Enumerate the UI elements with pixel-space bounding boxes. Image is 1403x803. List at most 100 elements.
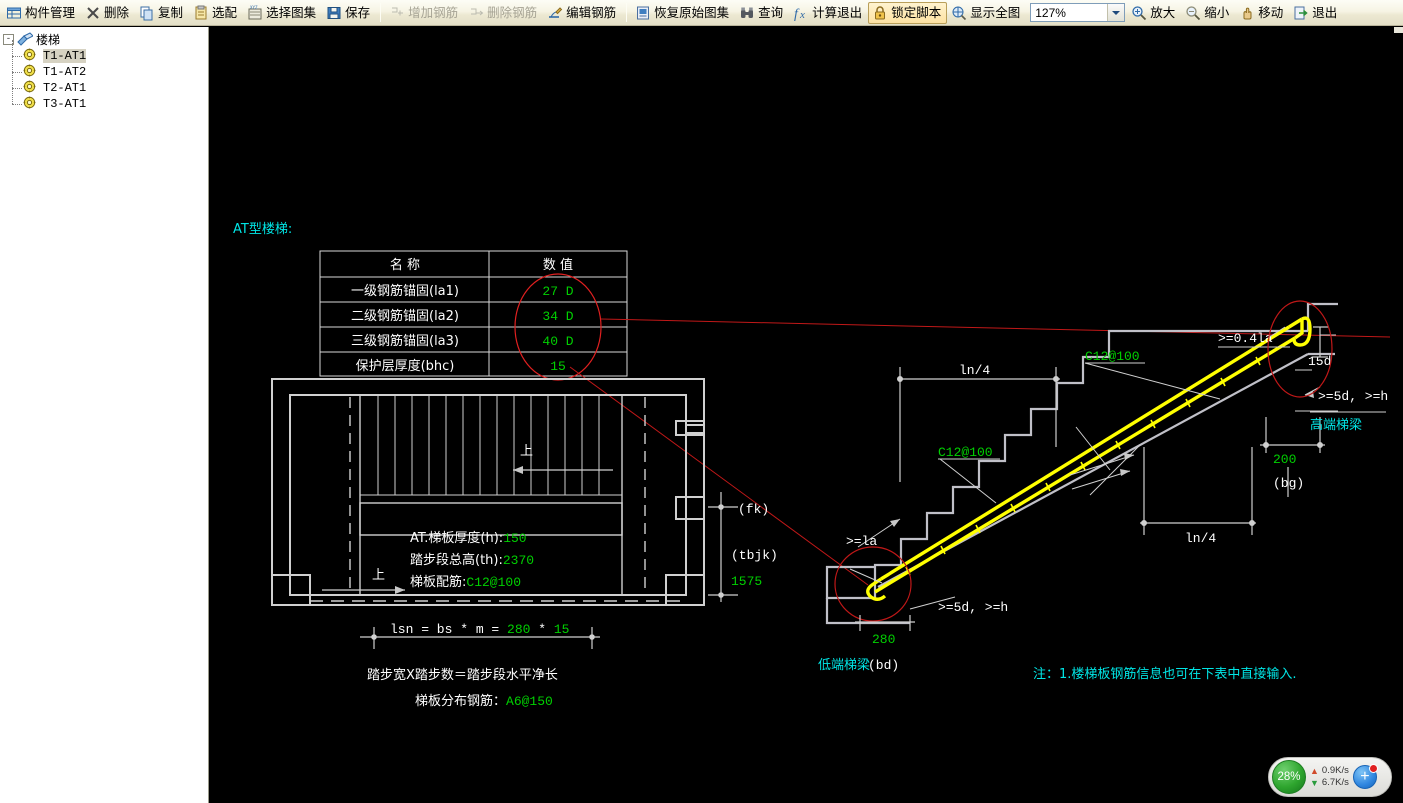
rebar-top-label: C12@100 (1085, 349, 1140, 364)
toolbar-button-fit-view[interactable]: 显示全图 (947, 2, 1026, 24)
plan-up-arrow-bottom (322, 586, 405, 594)
component-tree-panel: - 楼梯 T1-AT1 T1-AT2 T2-AT1 T3-AT1 (0, 27, 209, 803)
drawing-footnote: 注：1.楼梯板钢筋信息也可在下表中直接输入. (1033, 666, 1297, 682)
toolbar-label: 计算退出 (812, 5, 863, 20)
toolbar-label: 保存 (345, 5, 371, 20)
plan-note-1: AT.梯板厚度(h):150 (410, 530, 527, 546)
dim-280-value: 280 (872, 632, 895, 647)
toolbar-label: 缩小 (1204, 5, 1230, 20)
copy-icon (139, 5, 155, 21)
toolbar-button-zoom-in[interactable]: 放大 (1127, 2, 1181, 24)
plan-up-marker-top: 上 (520, 444, 533, 459)
toolbar-label: 编辑钢筋 (566, 5, 617, 20)
section-tbjk-label: (tbjk) (731, 548, 778, 563)
toolbar-label: 恢复原始图集 (654, 5, 730, 20)
table-header-value: 数 值 (543, 257, 573, 273)
toolbar-button-match[interactable]: 选配 (189, 2, 243, 24)
tree-item-label: T3-AT1 (43, 97, 87, 111)
upload-rate-row: ▲ 0.9K/s (1310, 765, 1349, 777)
plus-icon: + (1360, 768, 1370, 785)
toolbar-label: 构件管理 (25, 5, 76, 20)
tree-item-t3-at1[interactable]: T3-AT1 (12, 88, 208, 112)
toolbar-button-query[interactable]: 查询 (735, 2, 789, 24)
toolbar-button-save[interactable]: 保存 (322, 2, 376, 24)
rebar-mid-label: C12@100 (938, 445, 993, 460)
tree-item-t1-at2[interactable]: T1-AT2 (12, 56, 208, 80)
add-rebar-icon (389, 5, 405, 21)
canvas-vertical-scrollbar[interactable] (1394, 27, 1403, 803)
table-row-value: 15 (550, 359, 566, 374)
rebar-leader-mid (938, 458, 1000, 504)
app-window: 构件管理 删除 复制 选配 XYZ 选择图集 保存 增加钢筋 删除钢筋 编辑钢筋… (0, 0, 1403, 803)
toolbar-label: 增加钢筋 (408, 5, 459, 20)
tree-item-label: T2-AT1 (43, 81, 87, 95)
toolbar-button-restore-atlas[interactable]: 恢复原始图集 (631, 2, 735, 24)
toolbar-button-exit[interactable]: 退出 (1289, 2, 1343, 24)
delete-x-icon (85, 5, 101, 21)
toolbar-label: 显示全图 (970, 5, 1021, 20)
arrow-down-icon: ▼ (1310, 778, 1319, 788)
plan-distribution-note: 梯板分布钢筋：A6@150 (415, 693, 553, 709)
toolbar-button-delete[interactable]: 删除 (81, 2, 135, 24)
tree-item-t2-at1[interactable]: T2-AT1 (12, 72, 208, 96)
download-rate-value: 6.7K/s (1321, 777, 1349, 788)
toolbar-button-component-manager[interactable]: 构件管理 (2, 2, 81, 24)
plan-note-3-value: C12@100 (466, 575, 521, 590)
toolbar-label: 选配 (212, 5, 238, 20)
toolbar-label: 删除 (104, 5, 130, 20)
toolbar-separator (380, 3, 382, 22)
network-speed-widget[interactable]: 28% ▲ 0.9K/s ▼ 6.7K/s + (1268, 757, 1392, 797)
dim-200-value: 200 (1273, 452, 1296, 467)
toolbar-button-lock-script[interactable]: 锁定脚本 (868, 1, 948, 24)
table-header-name: 名 称 (390, 257, 420, 273)
stair-member-icon (23, 48, 39, 64)
dim-ln4-bottom-label: ln/4 (1185, 531, 1216, 546)
scrollbar-thumb[interactable] (1394, 27, 1403, 33)
download-rate-row: ▼ 6.7K/s (1310, 777, 1349, 789)
tree-item-label: T1-AT1 (43, 49, 87, 63)
plan-dim-formula-v2: 15 (554, 622, 570, 637)
plan-dim-formula-v1: 280 (507, 622, 530, 637)
toolbar-label: 选择图集 (266, 5, 317, 20)
toolbar-button-copy[interactable]: 复制 (135, 2, 189, 24)
table-row-value: 34 D (542, 309, 573, 324)
toolbar-button-calc-exit[interactable]: f x 计算退出 (789, 2, 868, 24)
zoom-out-icon (1185, 5, 1201, 21)
cad-canvas[interactable]: AT型楼梯: 名 称 数 值 一级钢筋锚固(la1) 27 D 二级钢筋锚固(l… (210, 27, 1394, 803)
toolbar-button-add-rebar[interactable]: 增加钢筋 (385, 2, 464, 24)
chevron-down-icon[interactable] (1107, 4, 1125, 21)
toolbar-button-pan[interactable]: 移动 (1235, 2, 1289, 24)
toolbar-label: 移动 (1258, 5, 1284, 20)
plan-view (271, 378, 705, 606)
plan-distribution-value: A6@150 (506, 694, 553, 709)
arrow-up-icon: ▲ (1310, 766, 1319, 776)
tree-item-label: T1-AT2 (43, 65, 87, 79)
toolbar-button-remove-rebar[interactable]: 删除钢筋 (464, 2, 543, 24)
table-row-name: 保护层厚度(bhc) (356, 358, 455, 374)
upload-rate-value: 0.9K/s (1321, 765, 1349, 776)
calc-exit-icon: f x (793, 5, 809, 21)
exit-icon (1293, 5, 1309, 21)
tree-root-stair[interactable]: - 楼梯 (3, 31, 208, 48)
drawing-title: AT型楼梯: (233, 222, 292, 237)
tree-item-t1-at1[interactable]: T1-AT1 (12, 40, 208, 64)
anchor-5d-high-label: >=5d, >=h (1318, 389, 1388, 404)
toolbar-label: 删除钢筋 (487, 5, 538, 20)
stair-member-icon (23, 80, 39, 96)
add-button[interactable]: + (1352, 764, 1378, 789)
plan-up-marker-bottom: 上 (372, 568, 385, 583)
transfer-rates: ▲ 0.9K/s ▼ 6.7K/s (1310, 765, 1349, 789)
plan-note-3-label: 梯板配筋: (410, 574, 466, 590)
plan-dim-caption: 踏步宽X踏步数＝踏步段水平净长 (367, 667, 558, 683)
plan-note-2-label: 踏步段总高(th): (410, 552, 503, 568)
table-row-name: 三级钢筋锚固(la3) (351, 333, 459, 349)
plan-note-1-value: 150 (503, 531, 526, 546)
toolbar-button-zoom-out[interactable]: 缩小 (1181, 2, 1235, 24)
binoculars-icon (739, 5, 755, 21)
toolbar-button-edit-rebar[interactable]: 编辑钢筋 (543, 2, 622, 24)
toolbar-button-select-atlas[interactable]: XYZ 选择图集 (243, 2, 322, 24)
dim-ln4-bottom (1140, 447, 1256, 535)
edit-rebar-icon (547, 5, 563, 21)
zoom-level-combobox[interactable]: 127% (1030, 3, 1126, 22)
plan-note-3: 梯板配筋:C12@100 (410, 574, 521, 590)
